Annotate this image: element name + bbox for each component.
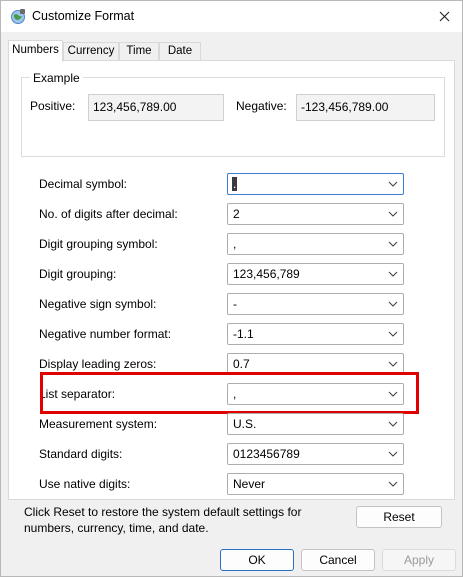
use-native-digits-value: Never (233, 477, 266, 491)
digit-grouping-label: Digit grouping: (39, 267, 117, 281)
negative-label: Negative: (236, 99, 287, 113)
chevron-down-icon (388, 181, 398, 187)
title-bar: Customize Format (1, 1, 462, 32)
chevron-down-icon (388, 271, 398, 277)
digits-after-decimal-label: No. of digits after decimal: (39, 207, 178, 221)
chevron-down-icon (388, 421, 398, 427)
measurement-system-select[interactable]: U.S. (227, 413, 404, 435)
digit-grouping-value: 123,456,789 (233, 267, 300, 281)
example-legend: Example (30, 71, 83, 85)
chevron-down-icon (388, 451, 398, 457)
use-native-digits-select[interactable]: Never (227, 473, 404, 495)
customize-format-dialog: Customize Format Numbers Currency Time D… (0, 0, 463, 577)
tab-numbers[interactable]: Numbers (8, 40, 63, 62)
list-separator-highlight (40, 372, 419, 414)
negative-example-field: -123,456,789.00 (296, 94, 435, 121)
negative-sign-symbol-label: Negative sign symbol: (39, 297, 157, 311)
region-settings-icon (11, 9, 25, 24)
tab-date[interactable]: Date (159, 42, 201, 61)
chevron-down-icon (388, 361, 398, 367)
button-bar: OK Cancel Apply (1, 545, 462, 576)
chevron-down-icon (388, 211, 398, 217)
cancel-button[interactable]: Cancel (301, 549, 375, 571)
use-native-digits-label: Use native digits: (39, 477, 131, 491)
reset-button[interactable]: Reset (356, 506, 442, 528)
tab-currency[interactable]: Currency (63, 42, 119, 61)
digit-grouping-symbol-value: , (233, 237, 237, 251)
apply-button[interactable]: Apply (382, 549, 456, 571)
chevron-down-icon (388, 331, 398, 337)
decimal-symbol-label: Decimal symbol: (39, 177, 128, 191)
negative-sign-symbol-value: - (233, 297, 237, 311)
chevron-down-icon (388, 241, 398, 247)
dialog-body: Numbers Currency Time Date Example Posit… (1, 32, 462, 545)
digits-after-decimal-select[interactable]: 2 (227, 203, 404, 225)
digits-after-decimal-value: 2 (233, 207, 240, 221)
negative-sign-symbol-select[interactable]: - (227, 293, 404, 315)
decimal-symbol-value: . (233, 177, 237, 191)
standard-digits-label: Standard digits: (39, 447, 123, 461)
close-button[interactable] (426, 1, 462, 32)
close-icon (439, 11, 449, 22)
tab-time[interactable]: Time (119, 42, 159, 61)
window-title: Customize Format (32, 9, 135, 23)
measurement-system-value: U.S. (233, 417, 257, 431)
negative-number-format-value: -1.1 (233, 327, 254, 341)
positive-label: Positive: (30, 99, 76, 113)
chevron-down-icon (388, 481, 398, 487)
positive-example-field: 123,456,789.00 (88, 94, 224, 121)
reset-note: Click Reset to restore the system defaul… (24, 505, 302, 535)
decimal-symbol-select[interactable]: . (227, 173, 404, 195)
chevron-down-icon (388, 301, 398, 307)
digit-grouping-select[interactable]: 123,456,789 (227, 263, 404, 285)
standard-digits-value: 0123456789 (233, 447, 300, 461)
display-leading-zeros-label: Display leading zeros: (39, 357, 157, 371)
standard-digits-select[interactable]: 0123456789 (227, 443, 404, 465)
negative-number-format-select[interactable]: -1.1 (227, 323, 404, 345)
measurement-system-label: Measurement system: (39, 417, 158, 431)
digit-grouping-symbol-select[interactable]: , (227, 233, 404, 255)
ok-button[interactable]: OK (220, 549, 294, 571)
display-leading-zeros-value: 0.7 (233, 357, 250, 371)
digit-grouping-symbol-label: Digit grouping symbol: (39, 237, 158, 251)
negative-number-format-label: Negative number format: (39, 327, 172, 341)
